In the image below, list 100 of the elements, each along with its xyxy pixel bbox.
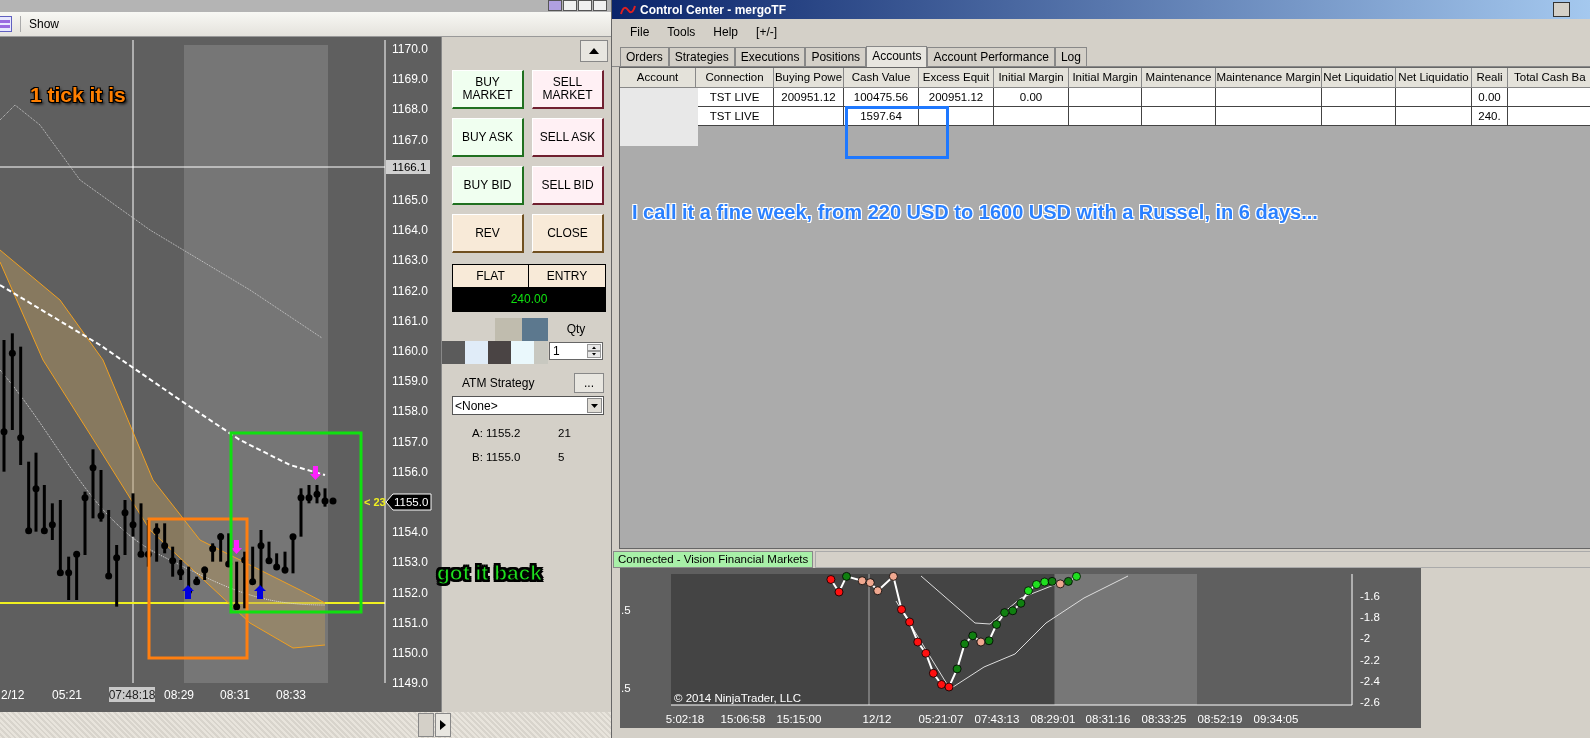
indicator-point xyxy=(1000,608,1010,618)
price-axis-label: 1151.0 xyxy=(392,616,428,631)
up-arrow-icon xyxy=(589,48,599,55)
scroll-up-button[interactable] xyxy=(580,40,608,63)
x-axis-label: 08:33:25 xyxy=(1141,713,1187,725)
price-axis-label: 1152.0 xyxy=(392,586,428,600)
price-axis-label: 1153.0 xyxy=(392,555,428,570)
show-button[interactable]: Show xyxy=(29,17,60,32)
indicator-point xyxy=(865,578,875,588)
column-header[interactable]: Account xyxy=(620,68,696,88)
time-axis-label: 08:29 xyxy=(164,688,194,703)
y-axis-label: -2.4 xyxy=(1360,674,1380,687)
column-header[interactable]: Reali xyxy=(1472,68,1508,88)
indicator-point xyxy=(929,668,938,678)
tab[interactable]: Executions xyxy=(734,47,806,66)
price-axis-label: 1160.0 xyxy=(392,344,428,359)
menu-item[interactable]: [+/-] xyxy=(756,25,778,39)
indicator-point xyxy=(1064,577,1073,586)
y-axis-label: -2.2 xyxy=(1360,653,1380,666)
x-axis-label: 05:21:07 xyxy=(918,713,964,725)
price-axis-label: 1168.0 xyxy=(392,102,428,117)
minimize-icon[interactable] xyxy=(563,0,577,11)
time-axis-label: 08:33 xyxy=(276,688,306,703)
price-axis-label: 1158.0 xyxy=(392,404,428,419)
restore-icon[interactable] xyxy=(548,0,562,11)
column-header[interactable]: Buying Powe xyxy=(774,68,844,88)
indicator-point xyxy=(857,576,867,586)
tab[interactable]: Orders xyxy=(620,47,669,66)
indicator-point xyxy=(944,682,954,692)
axis-label: .5 xyxy=(621,682,631,694)
scrollbar-thumb[interactable] xyxy=(418,713,434,738)
column-header[interactable]: Maintenance xyxy=(1142,68,1216,88)
column-header[interactable]: Initial Margin xyxy=(994,68,1069,88)
price-axis-label: 1162.0 xyxy=(392,284,428,298)
indicator-point xyxy=(1040,577,1049,587)
quote-price: A: 1155.2 xyxy=(472,427,522,440)
indicator-point xyxy=(960,639,970,649)
column-header[interactable]: Cash Value xyxy=(844,68,919,88)
tab[interactable]: Accounts xyxy=(866,46,928,67)
order-button[interactable]: BUY BID xyxy=(452,166,524,206)
order-button[interactable]: SELL BID xyxy=(532,166,604,206)
scroll-right-button[interactable] xyxy=(435,713,451,738)
window-icon[interactable] xyxy=(0,16,12,33)
menu-item[interactable]: Help xyxy=(713,25,739,39)
atm-options-button[interactable]: ... xyxy=(574,373,604,394)
price-axis-label: 1154.0 xyxy=(392,525,428,540)
indicator-point xyxy=(952,664,962,674)
indicator-point xyxy=(826,575,836,584)
indicator-point xyxy=(1047,577,1057,586)
maximize-icon[interactable] xyxy=(578,0,592,11)
y-axis-label: -2.6 xyxy=(1360,696,1380,708)
order-button[interactable]: CLOSE xyxy=(532,214,604,254)
crosshair-price-marker: 1166.1 xyxy=(386,160,430,175)
order-button[interactable]: SELL ASK xyxy=(532,118,604,158)
order-button[interactable]: SELL MARKET xyxy=(532,70,604,110)
tab[interactable]: Positions xyxy=(805,47,867,66)
indicator-point xyxy=(1024,586,1033,596)
price-axis-label: 1157.0 xyxy=(392,435,428,449)
price-axis-label: 1161.0 xyxy=(392,314,428,329)
minimize-icon[interactable] xyxy=(1553,2,1570,17)
indicator-point xyxy=(1016,598,1026,608)
indicator-point xyxy=(834,587,844,597)
indicator-point xyxy=(1008,606,1018,616)
menu-item[interactable]: Tools xyxy=(667,25,696,39)
annotation-text: I call it a fine week, from 220 USD to 1600 USD with a Russel, in 6 days... xyxy=(632,201,1318,224)
order-button[interactable]: BUY MARKET xyxy=(452,70,524,110)
tab[interactable]: Strategies xyxy=(668,47,735,66)
column-header[interactable]: Net Liquidatio xyxy=(1396,68,1472,88)
tab[interactable]: Account Performance xyxy=(927,47,1055,66)
horizontal-scrollbar[interactable] xyxy=(0,712,611,738)
indicator-point xyxy=(1072,572,1081,581)
column-header[interactable]: Initial Margin xyxy=(1069,68,1142,88)
menu-item[interactable]: File xyxy=(630,25,650,39)
price-axis-label: 1159.0 xyxy=(392,374,428,389)
close-icon[interactable] xyxy=(593,0,607,11)
qty-spinner[interactable]: 1 xyxy=(549,342,603,361)
indicator-point xyxy=(1032,580,1041,589)
column-header[interactable]: Maintenance Margin xyxy=(1216,68,1322,88)
axis-label: .5 xyxy=(621,604,631,616)
order-button[interactable]: REV xyxy=(452,214,524,254)
column-header[interactable]: Total Cash Ba xyxy=(1508,68,1590,88)
column-header[interactable]: Excess Equit xyxy=(919,68,994,88)
x-axis-label: 15:15:00 xyxy=(776,713,822,725)
indicator-point xyxy=(873,586,883,596)
atm-strategy-dropdown[interactable]: <None> xyxy=(452,396,604,416)
column-header[interactable]: Connection xyxy=(696,68,774,88)
countdown-label: < 23 xyxy=(364,496,386,509)
up-arrow-icon xyxy=(182,585,194,600)
order-button[interactable]: BUY ASK xyxy=(452,118,524,158)
y-axis-label: -1.8 xyxy=(1360,611,1380,624)
column-header[interactable]: Net Liquidatio xyxy=(1322,68,1396,88)
tab[interactable]: Log xyxy=(1054,47,1087,66)
price-axis-label: 1163.0 xyxy=(392,253,428,268)
indicator-point xyxy=(968,631,978,641)
indicator-point xyxy=(921,648,931,658)
indicator-point xyxy=(1055,579,1065,589)
price-axis-label: 1164.0 xyxy=(392,223,428,238)
indicator-point xyxy=(992,620,1001,629)
down-arrow-icon xyxy=(310,466,321,481)
x-axis-label: 07:43:13 xyxy=(974,713,1020,725)
